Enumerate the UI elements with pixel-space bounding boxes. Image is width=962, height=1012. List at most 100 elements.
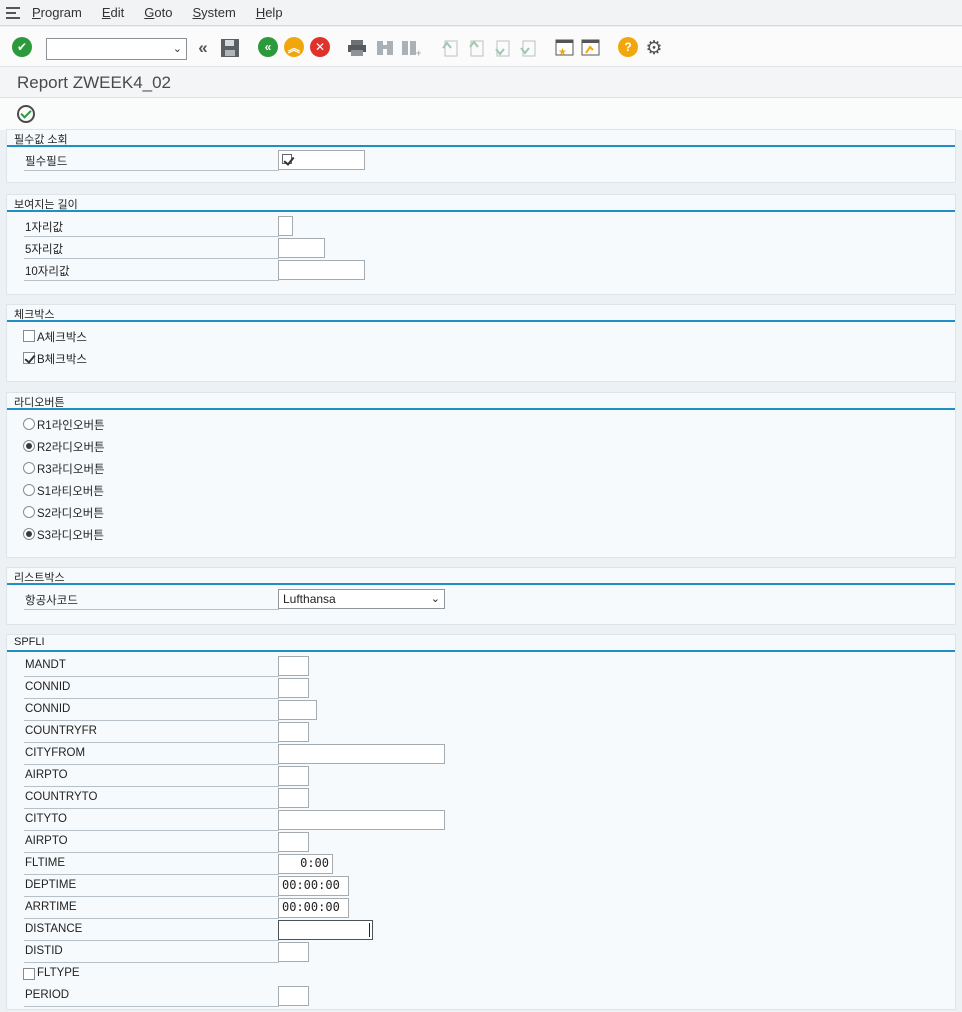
first-page-icon[interactable] <box>438 37 460 59</box>
find-next-icon[interactable]: + <box>400 37 422 59</box>
airline-select[interactable]: Lufthansa ⌄ <box>278 589 445 609</box>
length-label-5: 5자리값 <box>24 241 279 259</box>
radio-s1[interactable] <box>23 484 35 496</box>
check-icon[interactable]: ✔ <box>12 37 32 57</box>
spfli-label-fltype: FLTYPE <box>37 967 80 979</box>
last-page-icon[interactable] <box>516 37 538 59</box>
checkbox-b[interactable] <box>23 352 35 364</box>
required-field-input[interactable] <box>278 150 365 170</box>
radio-s2-label: S2라디오버튼 <box>37 508 104 520</box>
spfli-label-fltime: FLTIME <box>24 857 279 875</box>
menu-system[interactable]: System <box>192 5 235 20</box>
new-session-icon[interactable]: ★ <box>554 37 576 59</box>
spfli-input-period[interactable] <box>278 986 309 1006</box>
application-toolbar <box>0 98 962 130</box>
spfli-label-airpto: AIRPTO <box>24 769 279 787</box>
radio-r2-label: R2라디오버튼 <box>37 442 105 454</box>
spfli-label-connid-2: CONNID <box>24 703 279 721</box>
radio-r3[interactable] <box>23 462 35 474</box>
spfli-label-countryfr: COUNTRYFR <box>24 725 279 743</box>
spfli-input-countryfr[interactable] <box>278 722 309 742</box>
airline-select-value: Lufthansa <box>283 592 336 606</box>
spfli-label-airpto-2: AIRPTO <box>24 835 279 853</box>
spfli-label-period: PERIOD <box>24 989 279 1007</box>
spfli-input-deptime[interactable]: 00:00:00 <box>278 876 349 896</box>
gear-icon[interactable]: ⚙ <box>643 37 665 59</box>
frame-required: 필수값 소회 필수필드 <box>6 129 956 183</box>
menu-program[interactable]: Program <box>32 5 82 20</box>
frame-radios: 라디오버튼 R1라인오버튼 R2라디오버튼 R3라디오버튼 S1라티오버튼 S2… <box>6 392 956 558</box>
radio-s1-label: S1라티오버튼 <box>37 486 104 498</box>
spfli-checkbox-fltype[interactable] <box>23 968 35 980</box>
chevron-down-icon: ⌄ <box>430 593 440 605</box>
radio-s3[interactable] <box>23 528 35 540</box>
radio-r1-label: R1라인오버튼 <box>37 420 105 432</box>
title-bar: Report ZWEEK4_02 <box>0 67 962 98</box>
spfli-input-mandt[interactable] <box>278 656 309 676</box>
airline-label: 항공사코드 <box>24 592 279 610</box>
previous-page-icon[interactable] <box>464 37 486 59</box>
standard-toolbar: ✔ ⌄ « « ︽ ✕ + ★ ? ⚙ <box>0 27 962 67</box>
help-icon[interactable]: ? <box>618 37 638 57</box>
spfli-input-cityfrom[interactable] <box>278 744 445 764</box>
shortcut-icon[interactable] <box>580 37 602 59</box>
print-icon[interactable] <box>346 37 368 59</box>
back-icon[interactable]: « <box>258 37 278 57</box>
length-label-1: 1자리값 <box>24 219 279 237</box>
next-page-icon[interactable] <box>490 37 512 59</box>
spfli-label-deptime: DEPTIME <box>24 879 279 897</box>
spfli-input-connid[interactable] <box>278 678 309 698</box>
radio-s3-label: S3라디오버튼 <box>37 530 104 542</box>
save-icon[interactable] <box>219 37 241 59</box>
frame-checkboxes: 체크박스 A체크박스 B체크박스 <box>6 304 956 382</box>
double-left-icon[interactable]: « <box>192 37 214 59</box>
menu-help[interactable]: Help <box>256 5 283 20</box>
svg-text:★: ★ <box>558 47 567 58</box>
spfli-input-distid[interactable] <box>278 942 309 962</box>
spfli-label-mandt: MANDT <box>24 659 279 677</box>
spfli-label-cityfrom: CITYFROM <box>24 747 279 765</box>
find-icon[interactable] <box>374 37 396 59</box>
required-field-label: 필수필드 <box>24 153 279 171</box>
spfli-input-connid-2[interactable] <box>278 700 317 720</box>
execute-icon[interactable] <box>17 105 35 123</box>
menu-goto[interactable]: Goto <box>144 5 172 20</box>
text-cursor <box>369 923 370 937</box>
checkbox-b-label: B체크박스 <box>37 354 87 366</box>
exit-icon[interactable]: ︽ <box>284 37 304 57</box>
length-input-5[interactable] <box>278 238 325 258</box>
spfli-input-airpto-2[interactable] <box>278 832 309 852</box>
spfli-input-airpto[interactable] <box>278 766 309 786</box>
spfli-input-fltime[interactable]: 0:00 <box>278 854 333 874</box>
frame-title: SPFLI <box>14 636 45 648</box>
menu-edit[interactable]: Edit <box>102 5 124 20</box>
length-label-10: 10자리값 <box>24 263 279 281</box>
spfli-label-distid: DISTID <box>24 945 279 963</box>
radio-r1[interactable] <box>23 418 35 430</box>
spfli-input-distance[interactable] <box>278 920 373 940</box>
spfli-input-countryto[interactable] <box>278 788 309 808</box>
spfli-label-connid: CONNID <box>24 681 279 699</box>
radio-s2[interactable] <box>23 506 35 518</box>
frame-listbox: 리스트박스 항공사코드 Lufthansa ⌄ <box>6 567 956 625</box>
spfli-label-cityto: CITYTO <box>24 813 279 831</box>
spfli-label-countryto: COUNTRYTO <box>24 791 279 809</box>
cancel-icon[interactable]: ✕ <box>310 37 330 57</box>
menu-bar: Program Edit Goto System Help <box>0 0 962 26</box>
spfli-label-distance: DISTANCE <box>24 923 279 941</box>
length-input-10[interactable] <box>278 260 365 280</box>
checkbox-a-label: A체크박스 <box>37 332 87 344</box>
spfli-input-cityto[interactable] <box>278 810 445 830</box>
spfli-label-arrtime: ARRTIME <box>24 901 279 919</box>
checkmark-icon <box>282 154 292 164</box>
checkbox-a[interactable] <box>23 330 35 342</box>
spfli-input-arrtime[interactable]: 00:00:00 <box>278 898 349 918</box>
command-field[interactable]: ⌄ <box>46 38 187 60</box>
chevron-down-icon: ⌄ <box>172 43 182 55</box>
radio-r3-label: R3라디오버튼 <box>37 464 105 476</box>
menu-icon[interactable] <box>6 6 22 20</box>
length-input-1[interactable] <box>278 216 293 236</box>
svg-text:+: + <box>416 48 421 57</box>
radio-r2[interactable] <box>23 440 35 452</box>
frame-spfli: SPFLI MANDT CONNID CONNID COUNTRYFR CITY… <box>6 634 956 1010</box>
